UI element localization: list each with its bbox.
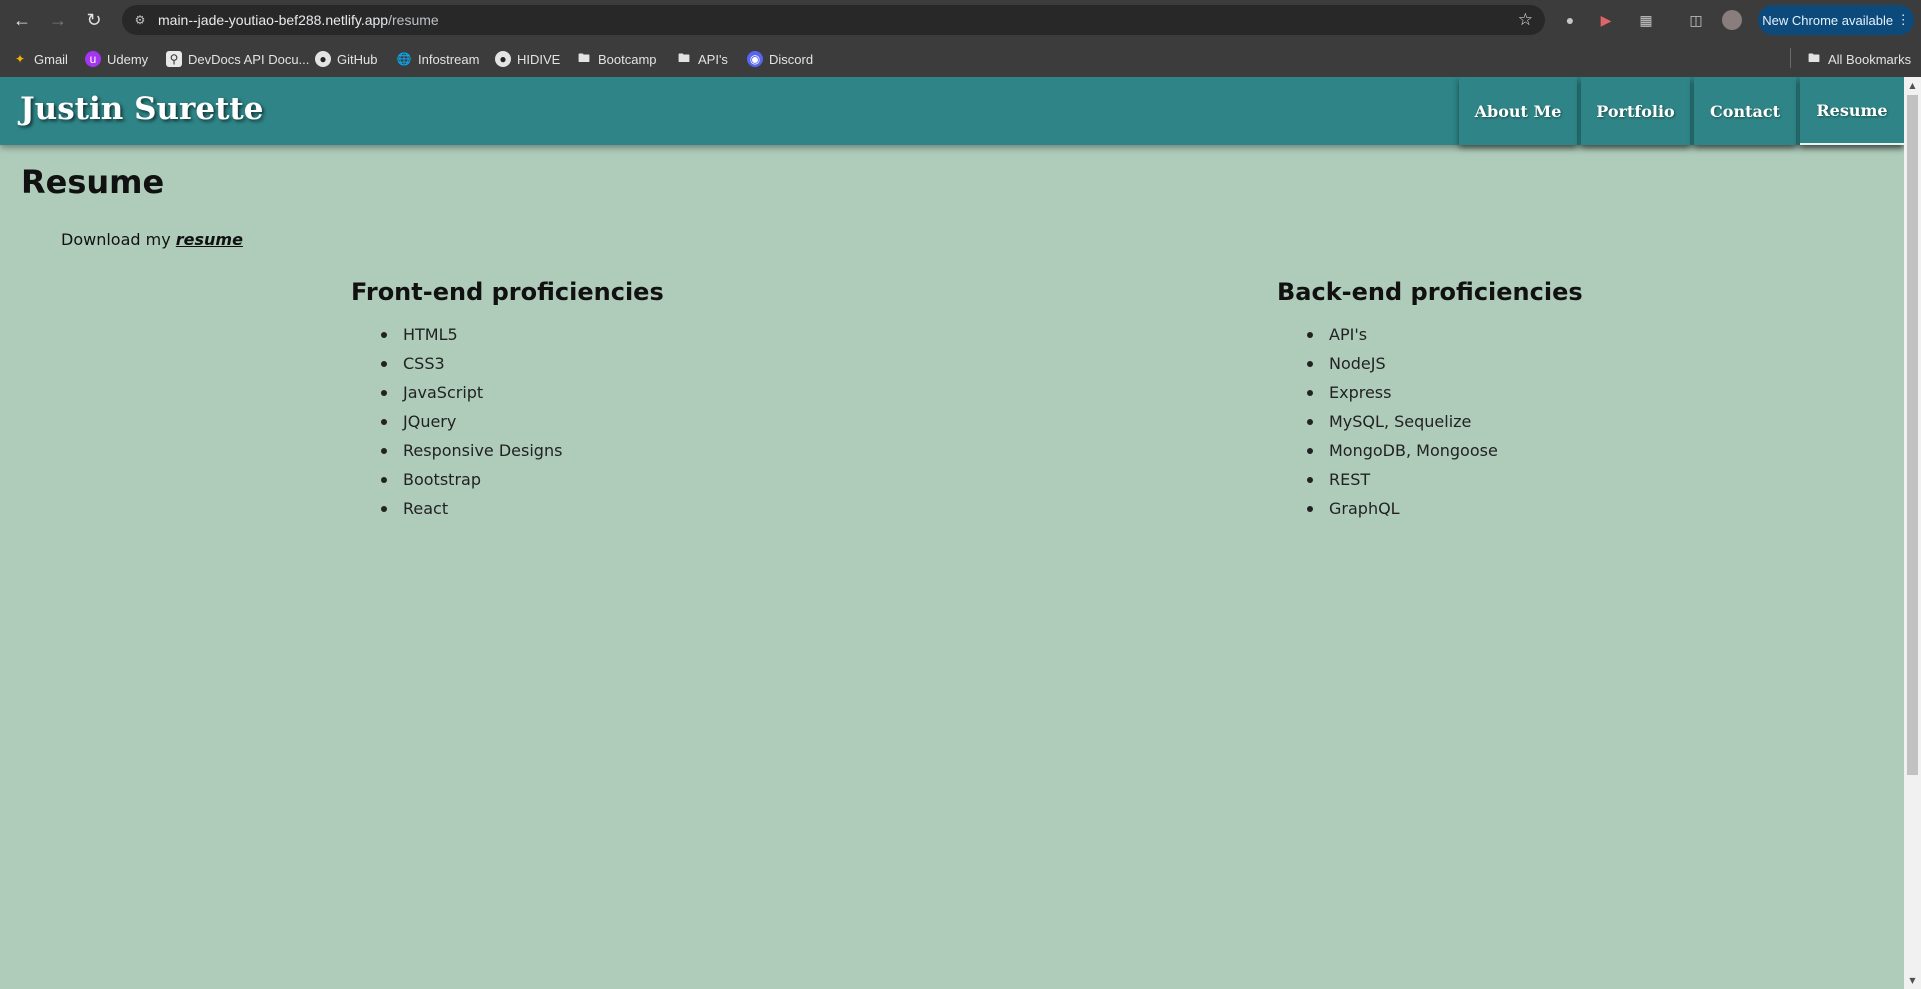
bookmark-label: Udemy	[107, 51, 149, 67]
gmail-icon: ✦	[14, 52, 26, 66]
page-title: Resume	[21, 163, 165, 201]
bookmark-star-icon[interactable]: ☆	[1518, 10, 1533, 30]
main-nav: About Me Portfolio Contact Resume	[1455, 77, 1904, 145]
back-end-heading: Back-end proficiencies	[1277, 278, 1583, 306]
list-item: JavaScript	[351, 378, 664, 407]
extensions-puzzle-icon[interactable]: ▦	[1636, 10, 1656, 30]
list-item: Express	[1277, 378, 1583, 407]
bookmark-label: Bootcamp	[598, 51, 657, 67]
forward-arrow-icon[interactable]: →	[46, 8, 70, 32]
url-text[interactable]: main--jade-youtiao-bef288.netlify.app/re…	[158, 12, 439, 28]
list-item: NodeJS	[1277, 349, 1583, 378]
all-bookmarks-label: All Bookmarks	[1828, 51, 1912, 67]
back-end-section: Back-end proficiencies API's NodeJS Expr…	[1277, 278, 1583, 518]
profile-avatar[interactable]	[1722, 10, 1742, 30]
github-icon: ●	[495, 51, 511, 67]
bookmark-gmail[interactable]: ✦ Gmail	[12, 49, 68, 69]
bookmark-label: HIDIVE	[517, 51, 561, 67]
chrome-update-button[interactable]: New Chrome available ⋮	[1758, 5, 1914, 35]
bookmarks-bar: ✦ Gmail u Udemy ⚲ DevDocs API Docu... ● …	[0, 40, 1921, 78]
list-item: REST	[1277, 465, 1583, 494]
bookmark-github[interactable]: ● GitHub	[315, 49, 377, 69]
address-bar[interactable]: ⚙ main--jade-youtiao-bef288.netlify.app/…	[122, 5, 1545, 35]
discord-icon: ◉	[747, 51, 763, 67]
site-info-icon[interactable]: ⚙	[132, 12, 148, 28]
url-path: /resume	[388, 12, 439, 28]
extension-icon[interactable]: ●	[1560, 10, 1580, 30]
bookmark-label: GitHub	[337, 51, 378, 67]
nav-about-me[interactable]: About Me	[1459, 77, 1577, 145]
globe-icon: 🌐	[396, 52, 412, 66]
nav-resume[interactable]: Resume	[1800, 77, 1904, 145]
bookmark-label: Gmail	[34, 51, 68, 67]
site-header: Justin Surette About Me Portfolio Contac…	[0, 77, 1904, 145]
github-icon: ●	[315, 51, 331, 67]
list-item: Responsive Designs	[351, 436, 664, 465]
resume-download-link[interactable]: resume	[176, 230, 243, 249]
front-end-list: HTML5 CSS3 JavaScript JQuery Responsive …	[351, 320, 664, 523]
list-item: JQuery	[351, 407, 664, 436]
back-end-list: API's NodeJS Express MySQL, Sequelize Mo…	[1277, 320, 1583, 523]
side-panel-icon[interactable]: ◫	[1686, 10, 1706, 30]
site-name[interactable]: Justin Surette	[20, 91, 263, 127]
list-item: GraphQL	[1277, 494, 1583, 523]
folder-icon: 🖿	[677, 50, 690, 65]
chrome-update-label: New Chrome available	[1762, 12, 1894, 28]
vertical-scrollbar[interactable]: ▲ ▼	[1904, 77, 1921, 989]
bookmark-label: Infostream	[418, 51, 480, 67]
bookmark-discord[interactable]: ◉ Discord	[747, 49, 813, 69]
browser-toolbar: ← → ↻ ⚙ main--jade-youtiao-bef288.netlif…	[0, 0, 1921, 40]
bookmark-label: Discord	[769, 51, 814, 67]
nav-portfolio[interactable]: Portfolio	[1581, 77, 1690, 145]
bookmark-label: DevDocs API Docu...	[188, 51, 310, 67]
list-item: HTML5	[351, 320, 664, 349]
bookmarks-divider	[1790, 48, 1791, 68]
udemy-icon: u	[85, 51, 101, 67]
bookmark-udemy[interactable]: u Udemy	[85, 49, 148, 69]
download-prefix: Download my	[61, 230, 176, 249]
download-line: Download my resume	[61, 230, 243, 249]
back-arrow-icon[interactable]: ←	[10, 8, 34, 32]
bookmark-hidive[interactable]: ● HIDIVE	[495, 49, 560, 69]
reload-icon[interactable]: ↻	[82, 8, 106, 32]
bookmark-apis[interactable]: 🖿 API's	[676, 49, 728, 69]
list-item: CSS3	[351, 349, 664, 378]
scroll-up-icon[interactable]: ▲	[1904, 77, 1921, 94]
all-bookmarks[interactable]: 🖿 All Bookmarks	[1806, 49, 1911, 69]
folder-icon: 🖿	[1807, 50, 1820, 65]
list-item: API's	[1277, 320, 1583, 349]
bookmark-label: API's	[698, 51, 728, 67]
scroll-thumb[interactable]	[1907, 95, 1918, 775]
url-host: main--jade-youtiao-bef288.netlify.app	[158, 12, 389, 28]
list-item: React	[351, 494, 664, 523]
front-end-heading: Front-end proficiencies	[351, 278, 664, 306]
nav-contact[interactable]: Contact	[1694, 77, 1796, 145]
devdocs-icon: ⚲	[166, 51, 182, 67]
video-extension-icon[interactable]: ▶	[1596, 10, 1616, 30]
list-item: MySQL, Sequelize	[1277, 407, 1583, 436]
bookmark-infostream[interactable]: 🌐 Infostream	[396, 49, 480, 69]
scroll-down-icon[interactable]: ▼	[1904, 972, 1921, 989]
folder-icon: 🖿	[577, 50, 590, 65]
list-item: MongoDB, Mongoose	[1277, 436, 1583, 465]
bookmark-devdocs[interactable]: ⚲ DevDocs API Docu...	[166, 49, 309, 69]
front-end-section: Front-end proficiencies HTML5 CSS3 JavaS…	[351, 278, 664, 518]
list-item: Bootstrap	[351, 465, 664, 494]
page-viewport: Justin Surette About Me Portfolio Contac…	[0, 77, 1904, 989]
bookmark-bootcamp[interactable]: 🖿 Bootcamp	[576, 49, 657, 69]
